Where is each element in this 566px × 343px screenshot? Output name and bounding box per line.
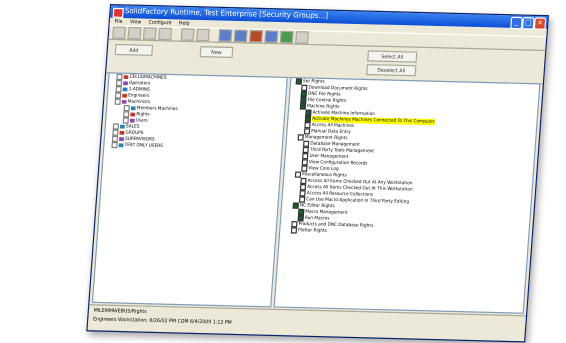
menu-file[interactable]: File [114,18,122,24]
engineer-icon [122,93,128,98]
maximize-button[interactable]: □ [521,16,535,30]
deselect-all-button[interactable]: Deselect All [366,63,417,77]
toolbar-button-9[interactable] [249,29,263,43]
test-icon [118,143,124,148]
toolbar-button-2[interactable] [127,26,142,40]
cell-icon [123,75,129,79]
sales-icon [119,124,125,129]
menu-view[interactable]: View [130,18,142,24]
groups-tree: CELLS/MACHINES Operators 1-ADMINS Engineers… [91,72,288,308]
app-icon [112,7,124,19]
toolbar-button-10[interactable] [264,30,279,44]
machinist-icon [121,99,127,104]
toolbar-button-5[interactable] [180,28,195,41]
window-title: SolidFactory Runtime, Test Enterprise [S… [124,6,329,21]
toolbar-button-1[interactable] [112,26,127,40]
toolbar-button-8[interactable] [233,29,248,43]
menu-configure[interactable]: Configure [148,19,171,26]
add-button[interactable]: Add [114,43,154,57]
rights-label: Plotter Rights [297,227,328,234]
group-icon [119,130,125,135]
operator-icon [123,81,129,86]
expand-icon[interactable] [114,98,121,105]
toolbar-button-12[interactable] [295,31,309,44]
admin-icon [122,87,128,92]
rights-checkbox[interactable] [290,227,298,234]
toolbar-button-4[interactable] [158,27,173,41]
toolbar-button-6[interactable] [195,28,210,42]
app-window: SolidFactory Runtime, Test Enterprise [S… [86,4,549,343]
rights-tree: Set Rights Download Document Rights DNC Fi… [273,76,541,314]
users-icon [129,118,135,123]
minimize-button[interactable]: _ [510,16,523,30]
close-button[interactable]: × [533,17,547,30]
toolbar-button-7[interactable] [218,29,233,42]
expand-icon[interactable] [111,141,118,149]
select-all-button[interactable]: Select All [367,50,418,63]
supervisor-icon [118,137,124,141]
member-icon [130,106,136,111]
toolbar-button-11[interactable] [279,30,294,44]
rights-icon [130,112,136,117]
new-button[interactable]: New [199,46,234,59]
menu-help[interactable]: Help [179,19,190,25]
left-tree-label: TEST ONLY USERS [124,142,164,149]
toolbar-button-3[interactable] [142,27,157,40]
